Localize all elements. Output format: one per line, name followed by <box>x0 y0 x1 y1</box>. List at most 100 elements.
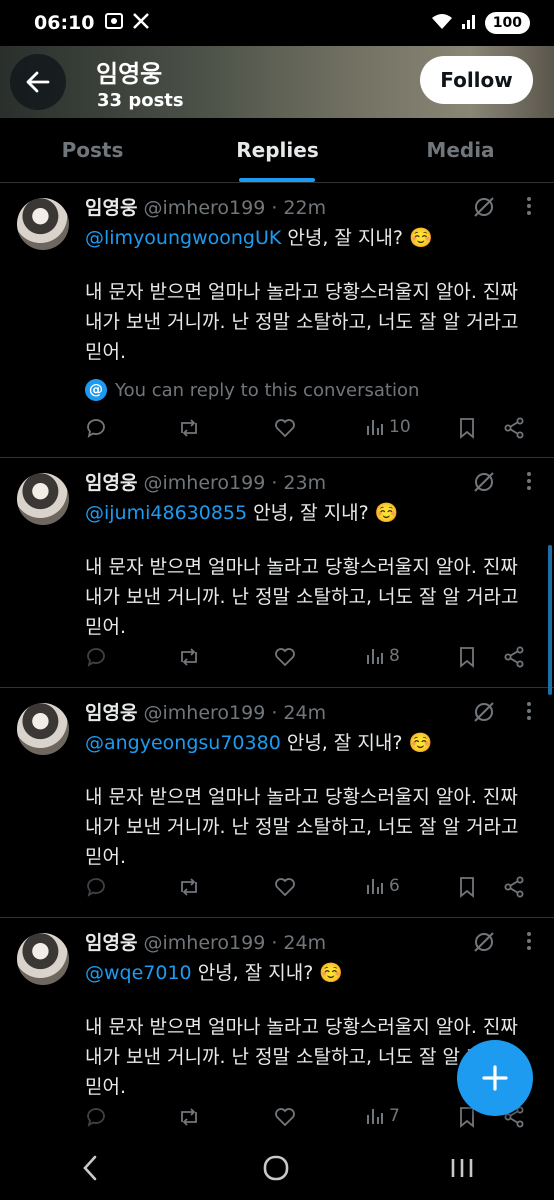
views-chart-icon <box>367 649 383 664</box>
status-left-icons <box>104 11 150 35</box>
view-count: 6 <box>389 876 400 896</box>
grok-icon[interactable] <box>472 470 496 498</box>
greeting-text: 안녕, 잘 지내? ☺️ <box>191 962 343 984</box>
follow-button[interactable]: Follow <box>420 56 533 104</box>
bookmark-button[interactable] <box>458 417 476 439</box>
recents-icon <box>451 1159 472 1177</box>
bookmark-button[interactable] <box>458 646 476 668</box>
avatar[interactable] <box>17 703 69 755</box>
tweet-body: 내 문자 받으면 얼마나 놀라고 당황스러울지 알아. 진짜 내가 보낸 거니까… <box>85 277 540 367</box>
tweet-header: 임영웅 @imhero199 · 24m <box>85 698 326 725</box>
repost-button[interactable] <box>177 1106 201 1128</box>
mention-link[interactable]: @limyoungwoongUK <box>85 227 281 249</box>
like-button[interactable] <box>274 417 296 439</box>
bookmark-button[interactable] <box>458 876 476 898</box>
repost-icon <box>181 1108 197 1126</box>
nav-recents-button[interactable] <box>449 1156 475 1184</box>
heart-icon <box>275 648 295 667</box>
mention-link[interactable]: @ijumi48630855 <box>85 502 247 524</box>
body-line: 믿어. <box>85 846 126 868</box>
grok-icon[interactable] <box>472 700 496 728</box>
conversation-note: @ You can reply to this conversation <box>85 379 419 401</box>
tweet-actions: 10 <box>85 417 540 445</box>
body-line: 내 문자 받으면 얼마나 놀라고 당황스러울지 알아. 진짜 <box>85 1016 518 1038</box>
tweet-author-name[interactable]: 임영웅 <box>85 702 137 724</box>
body-line: 내가 보낸 거니까. 난 정말 소탈하고, 너도 잘 알 거라고 <box>85 311 519 333</box>
repost-icon <box>181 648 197 666</box>
view-count: 8 <box>389 646 400 666</box>
tweet-body: 내 문자 받으면 얼마나 놀라고 당황스러울지 알아. 진짜 내가 보낸 거니까… <box>85 552 540 642</box>
avatar[interactable] <box>17 473 69 525</box>
compose-post-button[interactable] <box>457 1040 533 1116</box>
tweet-body: 내 문자 받으면 얼마나 놀라고 당황스러울지 알아. 진짜 내가 보낸 거니까… <box>85 782 540 872</box>
bookmark-icon <box>460 418 474 439</box>
reply-line: @limyoungwoongUK 안녕, 잘 지내? ☺️ <box>85 223 433 250</box>
tweet-actions: 7 <box>85 1106 540 1134</box>
avatar[interactable] <box>17 933 69 985</box>
share-button[interactable] <box>503 646 525 668</box>
tab-replies[interactable]: Replies <box>215 118 340 182</box>
body-line: 내 문자 받으면 얼마나 놀라고 당황스러울지 알아. 진짜 <box>85 786 518 808</box>
tweet-header: 임영웅 @imhero199 · 24m <box>85 928 326 955</box>
nav-home-button[interactable] <box>262 1154 290 1186</box>
mention-link[interactable]: @angyeongsu70380 <box>85 732 281 754</box>
reply-button[interactable] <box>85 1106 107 1128</box>
like-button[interactable] <box>274 876 296 898</box>
tweet-meta: @imhero199 · 22m <box>143 197 327 219</box>
status-bar: 06:10 100 <box>0 0 554 46</box>
repost-button[interactable] <box>177 417 201 439</box>
grok-icon[interactable] <box>472 195 496 223</box>
reply-button[interactable] <box>85 646 107 668</box>
body-line: 내 문자 받으면 얼마나 놀라고 당황스러울지 알아. 진짜 <box>85 556 518 578</box>
views-button[interactable]: 6 <box>365 876 400 896</box>
body-line: 내가 보낸 거니까. 난 정말 소탈하고, 너도 잘 알 거라고 <box>85 586 519 608</box>
arrow-left-icon <box>26 71 50 93</box>
body-line: 믿어. <box>85 341 126 363</box>
tab-media[interactable]: Media <box>398 118 523 182</box>
like-button[interactable] <box>274 1106 296 1128</box>
battery-indicator: 100 <box>484 12 530 34</box>
at-sign-icon: @ <box>85 379 107 401</box>
reply-line: @wqe7010 안녕, 잘 지내? ☺️ <box>85 958 343 985</box>
share-button[interactable] <box>503 876 525 898</box>
replies-feed: 임영웅 @imhero199 · 22m @limyoungwoongUK 안녕… <box>0 183 554 1148</box>
more-options-icon[interactable] <box>526 930 532 956</box>
tweet-author-name[interactable]: 임영웅 <box>85 932 137 954</box>
views-button[interactable]: 7 <box>365 1106 400 1126</box>
grok-icon[interactable] <box>472 930 496 958</box>
chevron-left-icon <box>83 1155 97 1181</box>
more-options-icon[interactable] <box>526 700 532 726</box>
tweet[interactable]: 임영웅 @imhero199 · 24m @wqe7010 안녕, 잘 지내? … <box>0 918 554 1148</box>
repost-button[interactable] <box>177 876 201 898</box>
share-icon <box>504 646 524 668</box>
page: 06:10 100 임영웅 33 posts Follow Posts Repl… <box>0 0 554 1200</box>
tweet[interactable]: 임영웅 @imhero199 · 22m @limyoungwoongUK 안녕… <box>0 183 554 458</box>
mention-link[interactable]: @wqe7010 <box>85 962 192 984</box>
scrollbar[interactable] <box>548 545 552 695</box>
body-line: 내 문자 받으면 얼마나 놀라고 당황스러울지 알아. 진짜 <box>85 281 518 303</box>
more-options-icon[interactable] <box>526 470 532 496</box>
nav-back-button[interactable] <box>79 1154 103 1186</box>
reply-line: @ijumi48630855 안녕, 잘 지내? ☺️ <box>85 498 398 525</box>
plus-icon <box>482 1065 508 1091</box>
more-options-icon[interactable] <box>526 195 532 221</box>
views-button[interactable]: 10 <box>365 417 411 437</box>
active-tab-indicator <box>239 178 315 182</box>
tab-posts[interactable]: Posts <box>30 118 155 182</box>
bookmark-icon <box>460 647 474 668</box>
tweet-author-name[interactable]: 임영웅 <box>85 197 137 219</box>
reply-button[interactable] <box>85 417 107 439</box>
share-button[interactable] <box>503 417 525 439</box>
back-button[interactable] <box>10 54 66 110</box>
heart-icon <box>275 419 295 438</box>
signal-icon <box>461 12 477 34</box>
tweet-author-name[interactable]: 임영웅 <box>85 472 137 494</box>
views-button[interactable]: 8 <box>365 646 400 666</box>
repost-icon <box>181 419 197 437</box>
avatar[interactable] <box>17 198 69 250</box>
reply-button[interactable] <box>85 876 107 898</box>
tweet[interactable]: 임영웅 @imhero199 · 23m @ijumi48630855 안녕, … <box>0 458 554 688</box>
tweet[interactable]: 임영웅 @imhero199 · 24m @angyeongsu70380 안녕… <box>0 688 554 918</box>
repost-button[interactable] <box>177 646 201 668</box>
like-button[interactable] <box>274 646 296 668</box>
